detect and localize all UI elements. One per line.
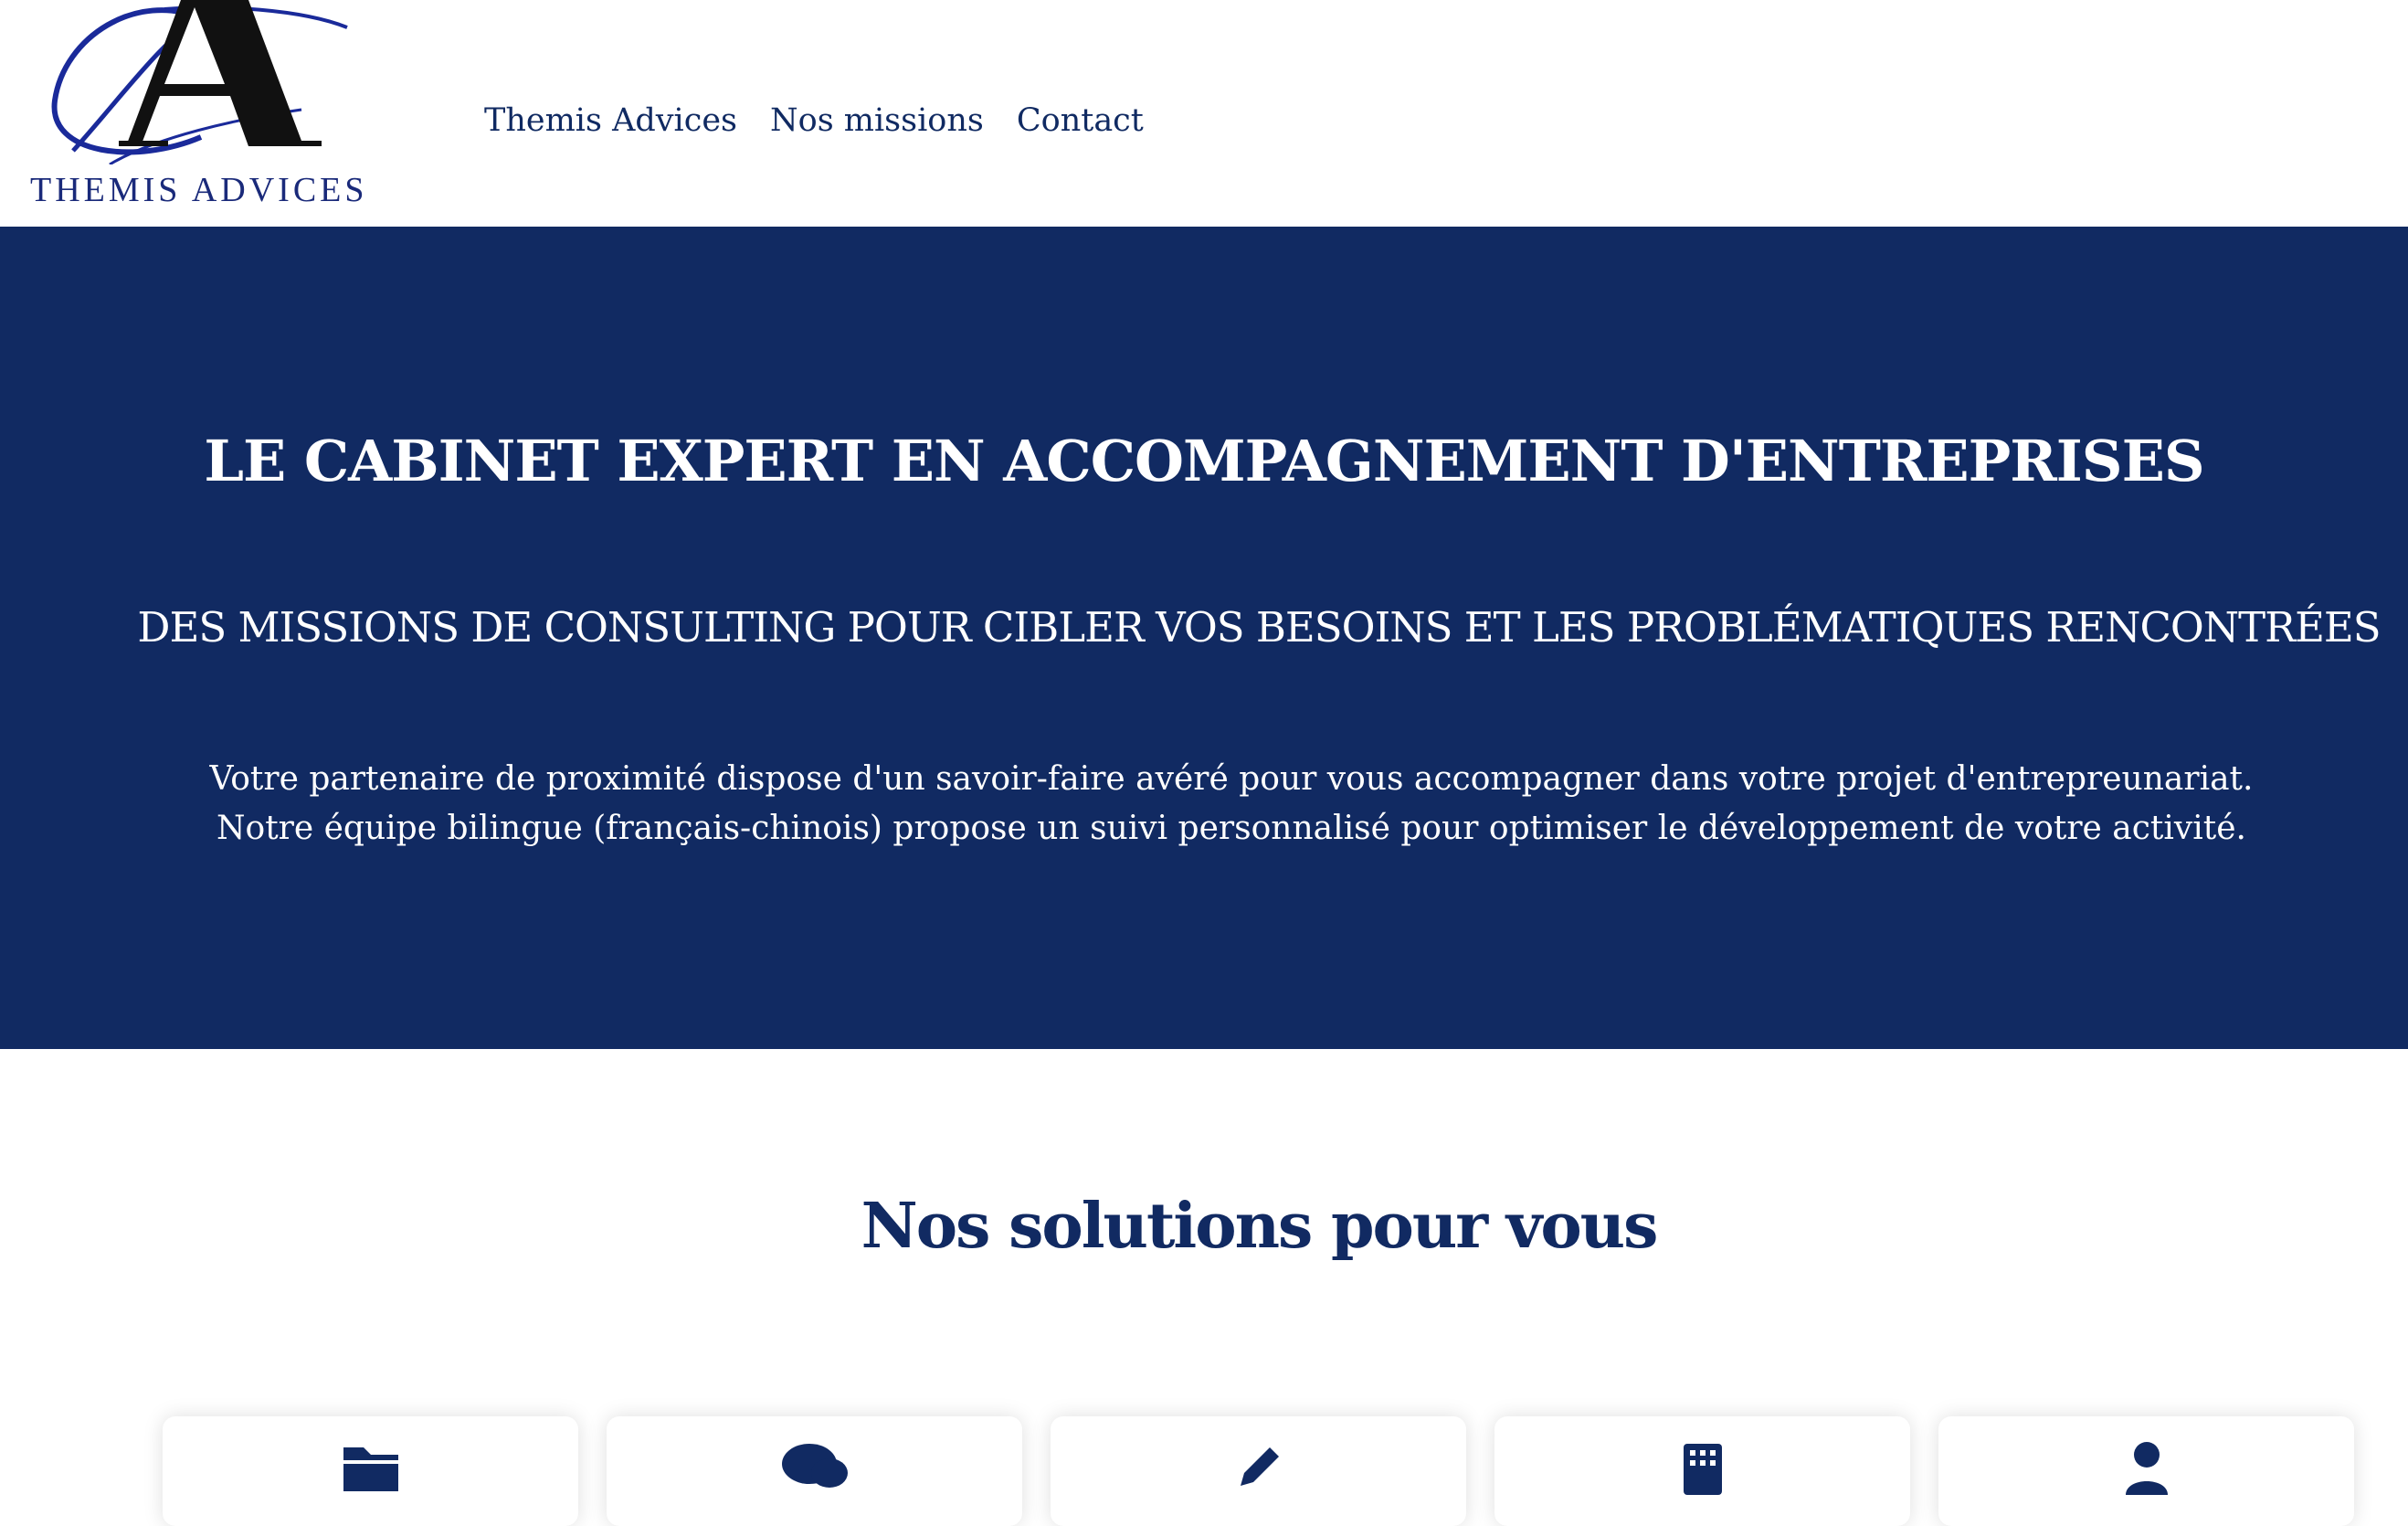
solutions-cards [163,1416,2354,1526]
comments-icon [781,1444,848,1488]
building-icon [1683,1444,1722,1495]
themis-logo[interactable]: THEMIS ADVICES [27,0,375,215]
solution-card-building[interactable] [1494,1416,1910,1526]
solution-card-user[interactable] [1938,1416,2354,1526]
hero-text-line-2: Notre équipe bilingue (français-chinois)… [217,810,2246,847]
hero-title: LE CABINET EXPERT EN ACCOMPAGNEMENT D'EN… [204,428,2204,494]
hero-section: LE CABINET EXPERT EN ACCOMPAGNEMENT D'EN… [0,227,2408,1049]
solutions-title: Nos solutions pour vous [861,1190,1659,1263]
user-icon [2125,1442,2168,1495]
hero-text-line-1: Votre partenaire de proximité dispose d'… [209,760,2254,798]
nav-item-contact[interactable]: Contact [1017,102,1144,139]
solution-card-comments[interactable] [607,1416,1022,1526]
logo-text: THEMIS ADVICES [30,171,368,209]
solution-card-folder[interactable] [163,1416,578,1526]
main-nav: Themis Advices Nos missions Contact [484,102,1144,139]
solution-card-pencil[interactable] [1051,1416,1466,1526]
logo-emblem-icon [51,0,348,164]
hero-description: Votre partenaire de proximité dispose d'… [0,755,2408,853]
nav-item-themis-advices[interactable]: Themis Advices [484,102,737,139]
nav-item-nos-missions[interactable]: Nos missions [770,102,984,139]
folder-icon [343,1447,398,1491]
hero-subtitle: DES MISSIONS DE CONSULTING POUR CIBLER V… [137,603,2381,652]
pencil-icon [1240,1447,1279,1486]
site-header: THEMIS ADVICES Themis Advices Nos missio… [0,0,2408,227]
